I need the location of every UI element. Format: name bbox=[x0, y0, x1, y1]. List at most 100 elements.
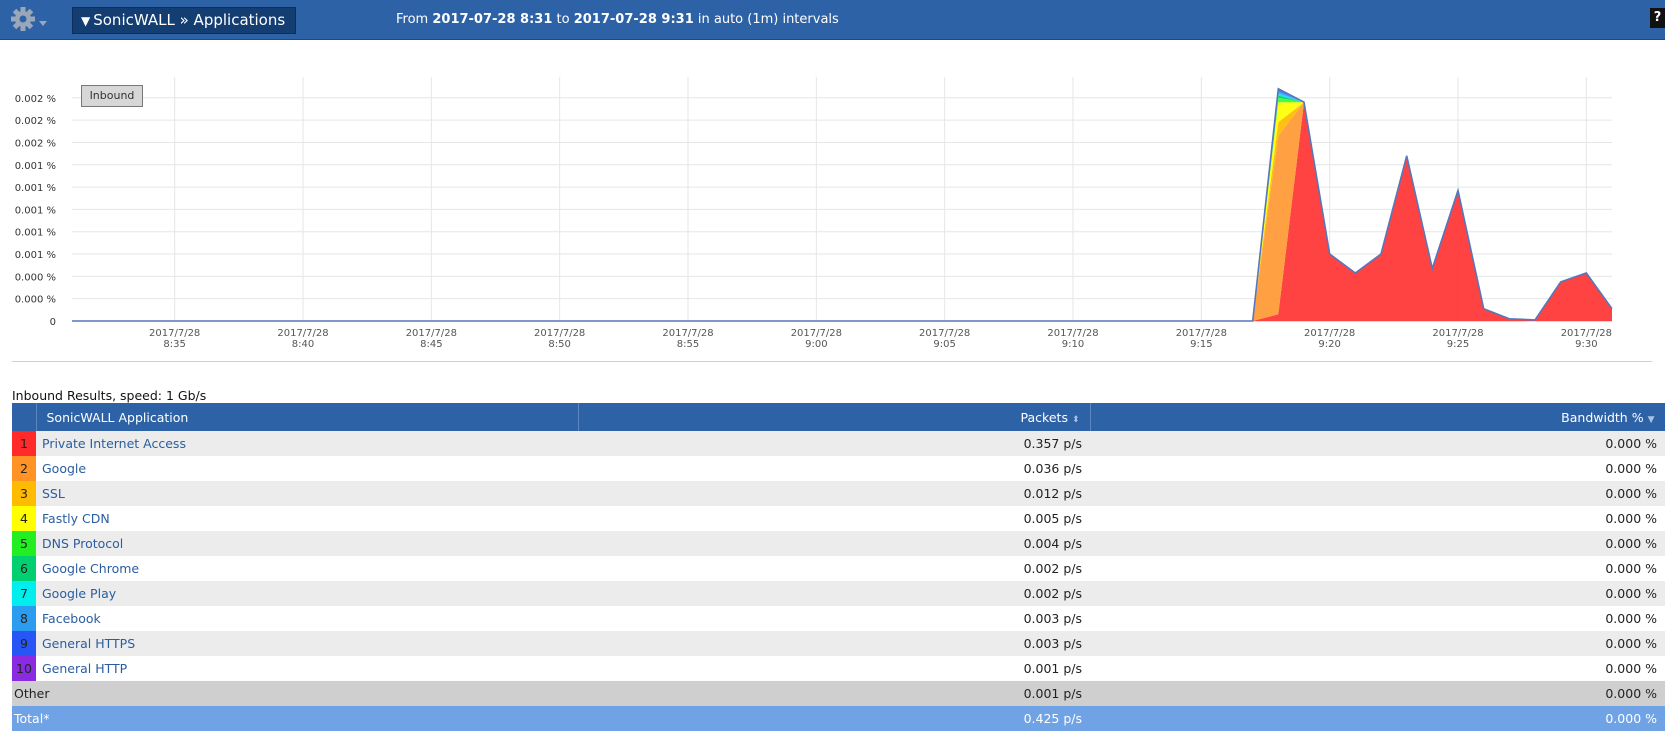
sort-desc-icon: ▼ bbox=[1647, 414, 1655, 425]
results-label: Inbound Results, speed: 1 Gb/s bbox=[12, 388, 207, 403]
x-tick-label: 2017/7/28 bbox=[791, 328, 842, 339]
rank-color-swatch: 4 bbox=[12, 506, 36, 531]
bandwidth-cell: 0.000 % bbox=[1090, 581, 1665, 606]
packets-cell: 0.001 p/s bbox=[578, 656, 1090, 681]
area-chart: 0 0.000 % 0.000 % 0.001 % 0.001 % 0.001 % 0.00… bbox=[15, 77, 1613, 350]
application-link[interactable]: Google bbox=[42, 461, 86, 476]
rank-color-swatch: 2 bbox=[12, 456, 36, 481]
chart-area: 0 0.000 % 0.000 % 0.001 % 0.001 % 0.001 % 0.00… bbox=[0, 41, 1665, 361]
bandwidth-cell: 0.000 % bbox=[1090, 556, 1665, 581]
x-tick-label: 2017/7/28 bbox=[1561, 328, 1612, 339]
rank-color-swatch: 6 bbox=[12, 556, 36, 581]
packets-cell: 0.357 p/s bbox=[578, 431, 1090, 456]
table-header: SonicWALL Application Packets ⬍ Bandwidth… bbox=[12, 403, 1665, 431]
x-tick-label: 8:35 bbox=[163, 339, 185, 350]
application-cell: General HTTPS bbox=[36, 631, 578, 656]
x-tick-label: 2017/7/28 bbox=[277, 328, 328, 339]
y-tick-label: 0.001 % bbox=[15, 183, 56, 194]
x-tick-label: 8:55 bbox=[677, 339, 699, 350]
column-header-application[interactable]: SonicWALL Application bbox=[36, 403, 579, 431]
application-link[interactable]: Private Internet Access bbox=[42, 436, 186, 451]
bandwidth-cell: 0.000 % bbox=[1090, 481, 1665, 506]
y-tick-label: 0.000 % bbox=[15, 272, 56, 283]
table-row: 7 Google Play 0.002 p/s 0.000 % bbox=[12, 581, 1665, 606]
rank-color-swatch: 5 bbox=[12, 531, 36, 556]
y-tick-label: 0.002 % bbox=[15, 138, 56, 149]
bandwidth-cell: 0.000 % bbox=[1090, 631, 1665, 656]
table-row: 8 Facebook 0.003 p/s 0.000 % bbox=[12, 606, 1665, 631]
bandwidth-cell: 0.000 % bbox=[1090, 606, 1665, 631]
total-label: Total* bbox=[12, 706, 578, 731]
rank-color-swatch: 7 bbox=[12, 581, 36, 606]
total-packets: 0.425 p/s bbox=[578, 706, 1090, 731]
application-link[interactable]: Fastly CDN bbox=[42, 511, 110, 526]
total-row: Total* 0.425 p/s 0.000 % bbox=[12, 706, 1665, 731]
application-link[interactable]: General HTTPS bbox=[42, 636, 135, 651]
packets-cell: 0.002 p/s bbox=[578, 581, 1090, 606]
x-tick-label: 9:15 bbox=[1190, 339, 1212, 350]
application-cell: General HTTP bbox=[36, 656, 578, 681]
total-bandwidth: 0.000 % bbox=[1090, 706, 1665, 731]
top-bar: ▼ SonicWALL » Applications From 2017-07-2… bbox=[0, 0, 1665, 40]
range-to: 2017-07-28 9:31 bbox=[573, 12, 694, 27]
help-button[interactable]: ? bbox=[1650, 8, 1665, 28]
application-cell: Facebook bbox=[36, 606, 578, 631]
x-tick-label: 2017/7/28 bbox=[406, 328, 457, 339]
y-tick-label: 0.000 % bbox=[15, 295, 56, 306]
caret-down-icon: ▼ bbox=[81, 14, 91, 28]
bandwidth-cell: 0.000 % bbox=[1090, 506, 1665, 531]
table-row: 1 Private Internet Access 0.357 p/s 0.000 % bbox=[12, 431, 1665, 456]
x-tick-label: 2017/7/28 bbox=[1176, 328, 1227, 339]
y-tick-label: 0.001 % bbox=[15, 161, 56, 172]
y-tick-label: 0.001 % bbox=[15, 228, 56, 239]
table-row: 6 Google Chrome 0.002 p/s 0.000 % bbox=[12, 556, 1665, 581]
table-row: 3 SSL 0.012 p/s 0.000 % bbox=[12, 481, 1665, 506]
other-bandwidth: 0.000 % bbox=[1090, 681, 1665, 706]
x-tick-label: 2017/7/28 bbox=[149, 328, 200, 339]
packets-cell: 0.004 p/s bbox=[578, 531, 1090, 556]
rank-color-swatch: 9 bbox=[12, 631, 36, 656]
application-link[interactable]: Google Chrome bbox=[42, 561, 139, 576]
application-link[interactable]: SSL bbox=[42, 486, 65, 501]
table-row: 2 Google 0.036 p/s 0.000 % bbox=[12, 456, 1665, 481]
y-tick-label: 0.002 % bbox=[15, 94, 56, 105]
packets-cell: 0.036 p/s bbox=[578, 456, 1090, 481]
rank-color-swatch: 3 bbox=[12, 481, 36, 506]
report-title: SonicWALL » Applications bbox=[93, 11, 286, 29]
other-row: Other 0.001 p/s 0.000 % bbox=[12, 681, 1665, 706]
application-cell: Google Chrome bbox=[36, 556, 578, 581]
chart-divider bbox=[12, 361, 1652, 362]
packets-cell: 0.003 p/s bbox=[578, 631, 1090, 656]
application-cell: Google bbox=[36, 456, 578, 481]
range-from: 2017-07-28 8:31 bbox=[432, 12, 553, 27]
table-row: 4 Fastly CDN 0.005 p/s 0.000 % bbox=[12, 506, 1665, 531]
table-row: 9 General HTTPS 0.003 p/s 0.000 % bbox=[12, 631, 1665, 656]
application-link[interactable]: DNS Protocol bbox=[42, 536, 123, 551]
packets-cell: 0.012 p/s bbox=[578, 481, 1090, 506]
gear-icon[interactable] bbox=[10, 6, 50, 34]
rank-header bbox=[12, 403, 37, 431]
x-tick-label: 8:40 bbox=[292, 339, 314, 350]
application-link[interactable]: General HTTP bbox=[42, 661, 127, 676]
table-row: 5 DNS Protocol 0.004 p/s 0.000 % bbox=[12, 531, 1665, 556]
application-cell: SSL bbox=[36, 481, 578, 506]
x-tick-label: 2017/7/28 bbox=[1432, 328, 1483, 339]
column-header-bandwidth[interactable]: Bandwidth % ▼ bbox=[1090, 403, 1665, 431]
x-tick-label: 2017/7/28 bbox=[662, 328, 713, 339]
x-tick-label: 9:10 bbox=[1062, 339, 1084, 350]
application-link[interactable]: Google Play bbox=[42, 586, 116, 601]
y-tick-label: 0.001 % bbox=[15, 250, 56, 261]
x-tick-label: 2017/7/28 bbox=[1304, 328, 1355, 339]
packets-cell: 0.005 p/s bbox=[578, 506, 1090, 531]
inbound-toggle-button[interactable]: Inbound bbox=[81, 85, 143, 107]
column-header-packets[interactable]: Packets ⬍ bbox=[578, 403, 1091, 431]
application-link[interactable]: Facebook bbox=[42, 611, 101, 626]
other-label: Other bbox=[12, 681, 578, 706]
time-range: From 2017-07-28 8:31 to 2017-07-28 9:31 … bbox=[396, 12, 839, 27]
report-title-dropdown[interactable]: ▼ SonicWALL » Applications bbox=[72, 7, 297, 34]
sort-both-icon: ⬍ bbox=[1071, 414, 1080, 425]
other-packets: 0.001 p/s bbox=[578, 681, 1090, 706]
application-cell: DNS Protocol bbox=[36, 531, 578, 556]
x-tick-label: 9:05 bbox=[933, 339, 955, 350]
y-tick-label: 0.001 % bbox=[15, 205, 56, 216]
